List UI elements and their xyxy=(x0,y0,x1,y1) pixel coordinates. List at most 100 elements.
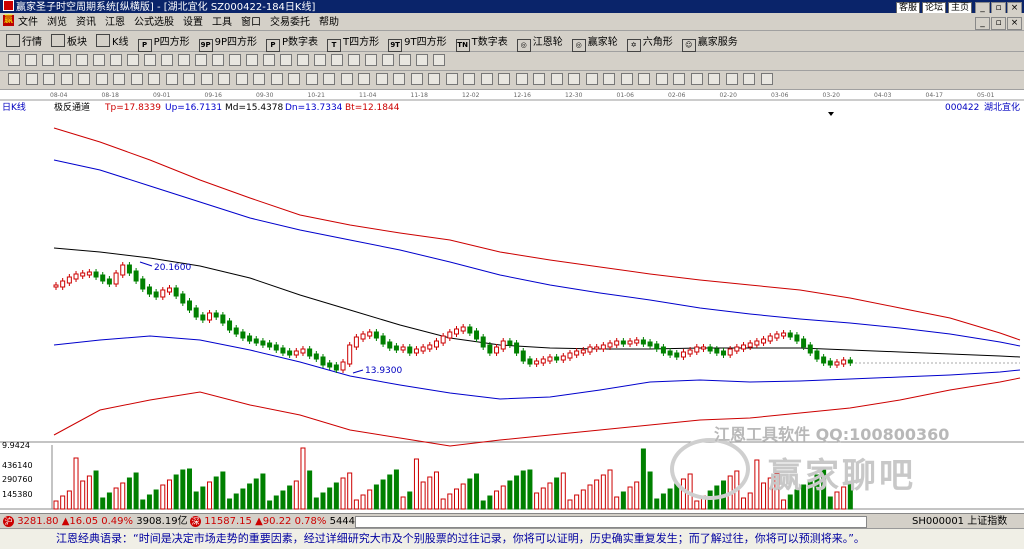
menu-item-4[interactable]: 公式选股 xyxy=(134,16,174,29)
analysis-tool-icon-6[interactable] xyxy=(113,73,125,85)
analysis-tool-icon-4[interactable] xyxy=(78,73,90,85)
toolbar-button-8[interactable]: TN T数字表 xyxy=(455,36,508,52)
draw-tool-icon-10[interactable] xyxy=(178,54,190,66)
analysis-tool-icon-24[interactable] xyxy=(428,73,440,85)
analysis-tool-icon-41[interactable] xyxy=(725,73,738,85)
doc-close-button[interactable]: × xyxy=(1007,17,1022,30)
analysis-tool-icon-42[interactable] xyxy=(743,73,755,85)
draw-tool-icon-0[interactable] xyxy=(8,54,20,66)
menu-item-5[interactable]: 设置 xyxy=(183,16,203,29)
analysis-tool-icon-10[interactable] xyxy=(183,73,195,85)
analysis-tool-icon-38[interactable] xyxy=(673,73,685,85)
menu-item-3[interactable]: 江恩 xyxy=(105,16,125,29)
draw-tool-icon-22[interactable] xyxy=(382,54,394,66)
draw-tool-icon-19[interactable] xyxy=(331,54,343,66)
draw-tool-icon-7[interactable] xyxy=(127,54,139,66)
analysis-tool-icon-32[interactable] xyxy=(568,73,580,85)
draw-tool-icon-6[interactable] xyxy=(110,54,122,66)
analysis-tool-icon-14[interactable] xyxy=(253,73,265,85)
draw-tool-icon-3[interactable] xyxy=(59,54,71,66)
analysis-tool-icon-31[interactable] xyxy=(550,73,563,85)
draw-tool-icon-9[interactable] xyxy=(161,54,173,66)
toolbar-button-7[interactable]: 9T 9T四方形 xyxy=(388,36,447,52)
doc-minimize-button[interactable]: _ xyxy=(975,17,990,30)
draw-tool-icon-14[interactable] xyxy=(246,54,258,66)
draw-tool-icon-21[interactable] xyxy=(365,54,377,66)
menu-item-7[interactable]: 窗口 xyxy=(241,16,261,29)
draw-tool-icon-20[interactable] xyxy=(348,54,360,66)
analysis-tool-icon-22[interactable] xyxy=(393,73,405,85)
menu-item-8[interactable]: 交易委托 xyxy=(270,16,310,29)
draw-tool-icon-16[interactable] xyxy=(280,54,292,66)
draw-tool-icon-11[interactable] xyxy=(195,54,207,66)
analysis-tool-icon-7[interactable] xyxy=(130,73,143,85)
toolbar-button-4[interactable]: 9P 9P四方形 xyxy=(198,36,257,52)
horizontal-scrollbar[interactable] xyxy=(355,516,867,528)
analysis-tool-icon-16[interactable] xyxy=(288,73,300,85)
menu-item-6[interactable]: 工具 xyxy=(212,16,232,29)
analysis-tool-icon-20[interactable] xyxy=(358,73,370,85)
menu-item-1[interactable]: 浏览 xyxy=(47,16,67,29)
draw-tool-icon-5[interactable] xyxy=(93,54,105,66)
toolbar-button-1[interactable]: 板块 xyxy=(51,34,87,50)
analysis-tool-icon-1[interactable] xyxy=(25,73,38,85)
draw-tool-icon-13[interactable] xyxy=(229,54,241,66)
draw-tool-icon-12[interactable] xyxy=(212,54,224,66)
analysis-tool-icon-12[interactable] xyxy=(218,73,230,85)
analysis-tool-icon-28[interactable] xyxy=(498,73,510,85)
analysis-tool-icon-3[interactable] xyxy=(60,73,73,85)
draw-tool-icon-18[interactable] xyxy=(314,54,326,66)
analysis-tool-icon-35[interactable] xyxy=(620,73,633,85)
kline-chart[interactable]: 08-04 08-18 09-01 09-16 09-30 10-21 11-04 11-18… xyxy=(0,90,1024,510)
draw-tool-icon-24[interactable] xyxy=(416,54,428,66)
toolbar-button-10[interactable]: ◎ 赢家轮 xyxy=(571,36,618,52)
analysis-tool-icon-30[interactable] xyxy=(533,73,545,85)
analysis-tool-icon-18[interactable] xyxy=(323,73,335,85)
toolbar-button-9[interactable]: ◎ 江恩轮 xyxy=(516,36,563,52)
analysis-tool-icon-26[interactable] xyxy=(463,73,475,85)
analysis-tool-icon-29[interactable] xyxy=(515,73,528,85)
chart-area[interactable]: 08-04 08-18 09-01 09-16 09-30 10-21 11-04 11-18… xyxy=(0,90,1024,510)
analysis-tool-icon-21[interactable] xyxy=(375,73,388,85)
draw-tool-icon-17[interactable] xyxy=(297,54,309,66)
analysis-tool-icon-11[interactable] xyxy=(200,73,213,85)
toolbar-button-0[interactable]: 行情 xyxy=(6,34,42,50)
toolbar-button-6[interactable]: T T四方形 xyxy=(327,36,379,52)
draw-tool-icon-23[interactable] xyxy=(399,54,411,66)
draw-tool-icon-25[interactable] xyxy=(433,54,445,66)
analysis-tool-icon-2[interactable] xyxy=(43,73,55,85)
analysis-tool-icon-15[interactable] xyxy=(270,73,283,85)
toolbar-button-12[interactable]: ☺ 赢家服务 xyxy=(681,36,738,52)
toolbar-button-5[interactable]: P P数字表 xyxy=(266,36,318,52)
analysis-tool-icon-17[interactable] xyxy=(305,73,318,85)
analysis-tool-icon-23[interactable] xyxy=(410,73,423,85)
doc-restore-button[interactable]: ▫ xyxy=(991,17,1006,30)
draw-tool-icon-4[interactable] xyxy=(76,54,88,66)
analysis-tool-icon-19[interactable] xyxy=(340,73,353,85)
draw-tool-icon-8[interactable] xyxy=(144,54,156,66)
draw-tool-icon-15[interactable] xyxy=(263,54,275,66)
draw-tool-icon-1[interactable] xyxy=(25,54,37,66)
analysis-tool-icon-25[interactable] xyxy=(445,73,458,85)
analysis-tool-icon-27[interactable] xyxy=(480,73,493,85)
menu-item-2[interactable]: 资讯 xyxy=(76,16,96,29)
toolbar-button-2[interactable]: K线 xyxy=(96,34,129,50)
analysis-tool-icon-37[interactable] xyxy=(655,73,668,85)
analysis-tool-icon-39[interactable] xyxy=(690,73,703,85)
menu-item-9[interactable]: 帮助 xyxy=(319,16,339,29)
analysis-tool-icon-9[interactable] xyxy=(165,73,178,85)
bottom-right-name[interactable]: 上证指数 xyxy=(967,516,1007,527)
analysis-tool-icon-36[interactable] xyxy=(638,73,650,85)
toolbar-button-3[interactable]: P P四方形 xyxy=(137,36,190,52)
analysis-tool-icon-5[interactable] xyxy=(95,73,108,85)
bottom-right-code[interactable]: SH000001 xyxy=(912,516,964,527)
analysis-tool-icon-43[interactable] xyxy=(760,73,773,85)
analysis-tool-icon-8[interactable] xyxy=(148,73,160,85)
analysis-tool-icon-34[interactable] xyxy=(603,73,615,85)
analysis-tool-icon-40[interactable] xyxy=(708,73,720,85)
analysis-tool-icon-33[interactable] xyxy=(585,73,598,85)
analysis-tool-icon-13[interactable] xyxy=(235,73,248,85)
menu-item-0[interactable]: 文件 xyxy=(18,16,38,29)
toolbar-button-11[interactable]: ✡ 六角形 xyxy=(626,36,673,52)
draw-tool-icon-2[interactable] xyxy=(42,54,54,66)
